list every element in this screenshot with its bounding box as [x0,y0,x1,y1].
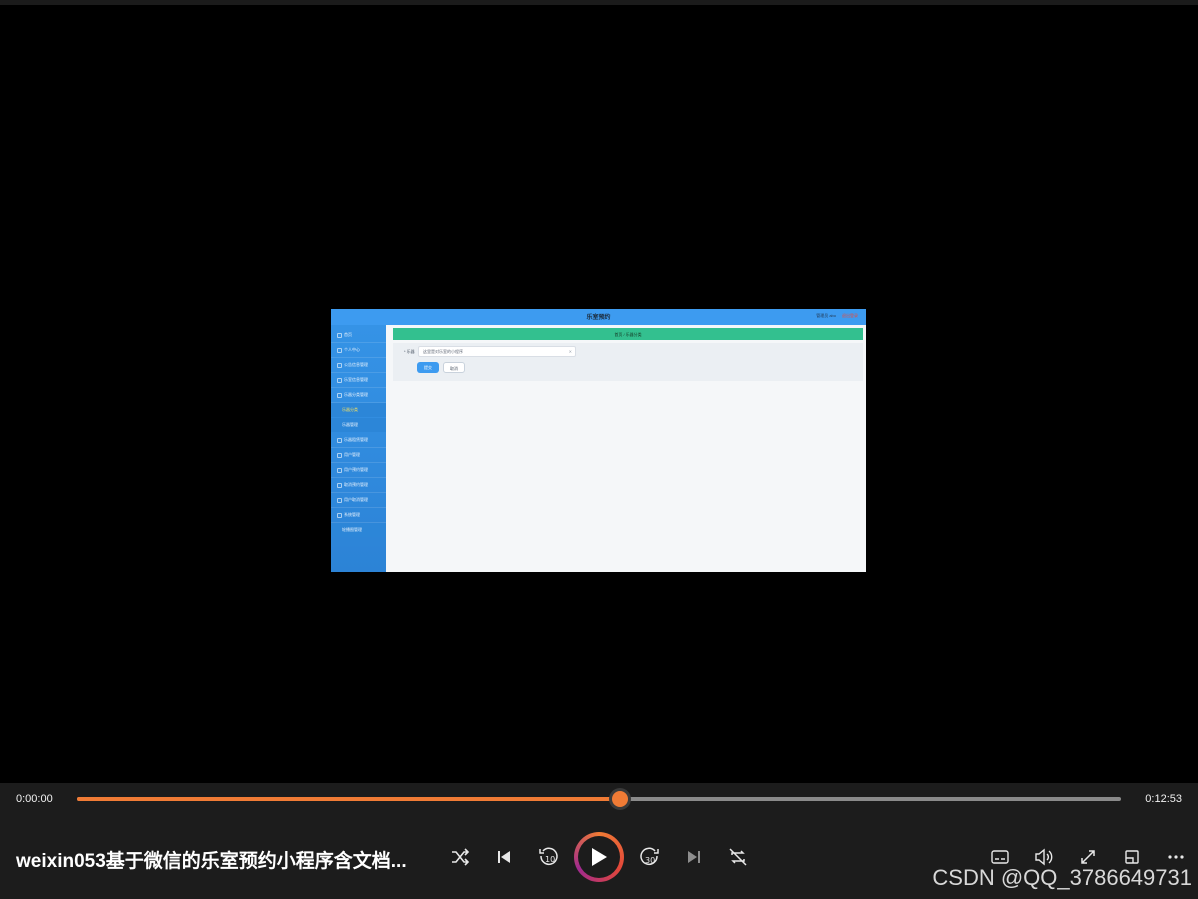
sidebar-item-label: 乐器分类 [342,407,358,412]
sidebar-item: 轮播图管理 [331,523,386,537]
media-title: weixin053基于微信的乐室预约小程序含文档... [16,851,407,872]
sidebar-item: 用户管理 [331,448,386,463]
menu-icon [337,393,342,398]
shuffle-icon [452,848,470,866]
shuffle-button[interactable] [446,843,474,871]
sidebar-item-label: 乐器分类管理 [344,392,368,397]
form-field-label: * 乐器 [404,349,415,354]
sidebar-item-label: 用户取消管理 [344,497,368,502]
forward-30-icon: 30 [640,847,659,865]
sidebar-item: 乐器租赁管理 [331,433,386,448]
repeat-button[interactable] [724,843,752,871]
menu-icon [337,498,342,503]
sidebar-item-label: 取消预约管理 [344,482,368,487]
video-frame-web-app: 乐室预约 管理员 abo 退出登录 首页个人中心公告信息管理 乐室信息管理 乐器分类… [331,309,866,572]
sidebar-item-label: 用户管理 [344,452,360,457]
clear-icon: ✕ [568,349,572,354]
seek-thumb[interactable] [611,791,628,807]
sidebar-item: 乐器分类管理 [331,388,386,403]
sidebar-item: 用户预约管理 [331,463,386,478]
sidebar-item: 取消预约管理 [331,478,386,493]
sidebar-item: 个人中心 [331,343,386,358]
svg-text:30: 30 [645,856,655,865]
previous-button[interactable] [490,843,518,871]
previous-icon [498,851,510,863]
volume-icon [1035,848,1053,866]
app-title: 乐室预约 [586,315,611,321]
menu-icon [337,378,342,383]
menu-icon [337,468,342,473]
menu-icon [337,453,342,458]
next-icon [688,851,700,863]
sidebar-item-label: 系统管理 [344,512,360,517]
menu-icon [337,333,342,338]
svg-text:10: 10 [545,855,555,864]
submit-label: 提交 [424,365,432,370]
app-logout-link: 退出登录 [842,313,858,318]
app-header: 乐室预约 管理员 abo 退出登录 [331,309,866,325]
play-icon [592,848,607,866]
sidebar-item: 乐器管理 [331,418,386,432]
app-main: 首页 / 乐器分类 * 乐器 这里是对乐室的小程序 ✕ 提交 取消 [386,325,866,572]
menu-icon [337,348,342,353]
form-card: * 乐器 这里是对乐室的小程序 ✕ 提交 取消 [393,343,863,381]
sidebar-item-label: 个人中心 [344,347,360,352]
breadcrumb-text: 首页 / 乐器分类 [614,332,642,337]
menu-icon [337,438,342,443]
subtitles-icon [991,850,1009,864]
sidebar-item-label: 乐器管理 [342,422,358,427]
app-user-label: 管理员 abo [816,313,836,318]
player-controls: 0:00:00 0:12:53 weixin053基于微信的乐室预约小程序含文档… [0,783,1198,899]
next-button[interactable] [680,843,708,871]
forward-30-button[interactable]: 30 [636,843,664,871]
more-icon [1168,855,1184,859]
mini-player-icon [1125,850,1139,864]
menu-icon [337,513,342,518]
form-input-value: 这里是对乐室的小程序 [423,349,463,354]
menu-icon [337,483,342,488]
rewind-10-button[interactable]: 10 [534,843,562,871]
sidebar-item: 公告信息管理 [331,358,386,373]
seek-bar[interactable] [77,791,1121,807]
sidebar-item: 乐器分类 [331,403,386,417]
sidebar-item: 乐室信息管理 [331,373,386,388]
sidebar-item-label: 首页 [344,332,352,337]
sidebar-item-label: 公告信息管理 [344,362,368,367]
watermark: CSDN @QQ_3786649731 [932,865,1192,890]
current-time: 0:00:00 [16,793,53,805]
sidebar-item-label: 用户预约管理 [344,467,368,472]
cancel-button: 取消 [443,362,465,373]
breadcrumb-banner: 首页 / 乐器分类 [393,328,863,340]
sidebar-item: 系统管理 [331,508,386,523]
rewind-10-icon: 10 [539,847,558,865]
submit-button: 提交 [417,362,439,373]
menu-icon [337,363,342,368]
duration-time: 0:12:53 [1145,793,1182,805]
form-text-input: 这里是对乐室的小程序 ✕ [418,346,576,357]
seek-progress-fill [77,797,620,801]
play-button[interactable] [574,832,624,882]
fullscreen-icon [1081,850,1095,864]
sidebar-item-label: 乐器租赁管理 [344,437,368,442]
video-area[interactable]: 乐室预约 管理员 abo 退出登录 首页个人中心公告信息管理 乐室信息管理 乐器分类… [0,5,1198,783]
sidebar-item: 首页 [331,328,386,343]
repeat-icon [729,848,747,866]
app-sidebar: 首页个人中心公告信息管理 乐室信息管理 乐器分类管理 乐器分类乐器管理乐器租赁管理 用户… [331,325,386,572]
sidebar-item-label: 乐室信息管理 [344,377,368,382]
sidebar-item-label: 轮播图管理 [342,527,362,532]
sidebar-item: 用户取消管理 [331,493,386,508]
cancel-label: 取消 [450,366,458,371]
play-button-inner [578,836,620,878]
